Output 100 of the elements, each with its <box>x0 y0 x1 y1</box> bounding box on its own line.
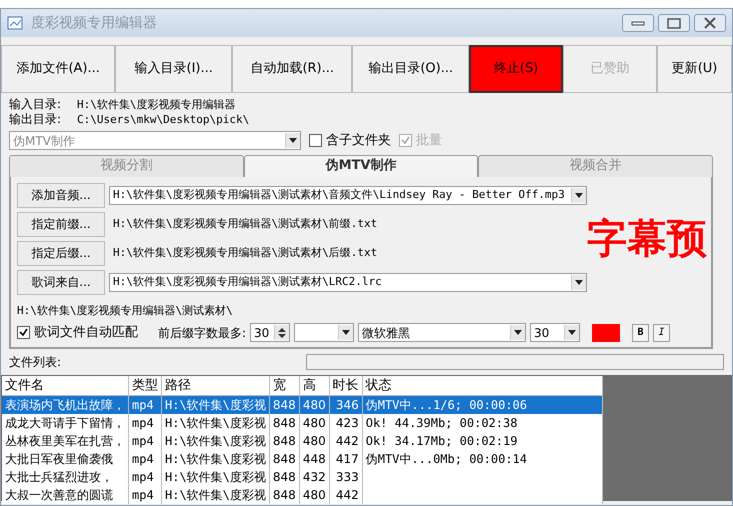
table-cell: mp4 <box>132 398 154 412</box>
column-header[interactable]: 文件名 <box>2 376 128 396</box>
table-cell: 442 <box>336 434 359 448</box>
table-cell: H:\软件集\度彩视 <box>165 452 266 466</box>
panel-button[interactable]: 指定前缀... <box>17 212 105 236</box>
table-cell: 442 <box>336 488 359 502</box>
directory-label: 输入目录: <box>9 97 62 112</box>
table-cell: Ok! 34.17Mb; 00:02:19 <box>366 434 518 448</box>
window-title: 度彩视频专用编辑器 <box>31 14 157 32</box>
directory-path: H:\软件集\度彩视频专用编辑器 <box>77 97 236 112</box>
max-chars-label: 前后缀字数最多: <box>158 324 246 342</box>
lyrics-directory: H:\软件集\度彩视频专用编辑器\测试素材\ <box>17 302 234 318</box>
directory-path: C:\Users\mkw\Desktop\pick\ <box>77 112 250 127</box>
table-cell: 表演场内飞机出故障， <box>5 398 125 412</box>
toolbar-button[interactable]: 输入目录(I)... <box>115 45 232 93</box>
table-row[interactable]: 大批日军夜里偷袭俄 mp4 H:\软件集\度彩视 848 448 417 伪MTV中...0Mb; 00:00:14 <box>2 450 602 468</box>
table-cell: 480 <box>302 398 326 412</box>
table-cell: H:\软件集\度彩视 <box>165 470 266 484</box>
table-cell: 432 <box>302 470 326 484</box>
font-size-dropdown[interactable]: 30 <box>530 323 580 342</box>
mode-dropdown[interactable]: 伪MTV制作 <box>9 131 301 150</box>
toolbar-button[interactable]: 添加文件(A)... <box>1 45 116 93</box>
path-text: H:\软件集\度彩视频专用编辑器\测试素材\前缀.txt <box>113 216 378 232</box>
table-row[interactable]: 大批士兵猛烈进攻， mp4 H:\软件集\度彩视 848 432 333 <box>2 468 602 486</box>
style-dropdown[interactable] <box>294 323 354 342</box>
table-cell: 丛林夜里美军在扎营， <box>5 434 125 448</box>
spin-arrows-icon <box>274 325 290 340</box>
table-cell: 848 <box>272 488 296 502</box>
caret-icon <box>564 325 580 340</box>
number-spinner[interactable]: 30 <box>250 323 290 342</box>
panel-button[interactable]: 指定后缀... <box>17 240 105 266</box>
checkbox-label: 歌词文件自动匹配 <box>34 324 138 342</box>
column-header[interactable]: 类型 <box>128 376 162 396</box>
tab[interactable]: 伪MTV制作 <box>244 154 478 176</box>
table-row[interactable]: 表演场内飞机出故障， mp4 H:\软件集\度彩视 848 480 346 伪MTV中...1/6; 00:00:06 <box>2 396 602 414</box>
column-header[interactable]: 时长 <box>329 376 362 396</box>
minimize-icon <box>631 20 645 26</box>
color-swatch[interactable] <box>592 324 620 342</box>
toolbar-button[interactable]: 自动加载(R)... <box>232 45 352 93</box>
table-cell: H:\软件集\度彩视 <box>165 488 266 502</box>
font-dropdown[interactable]: 微软雅黑 <box>358 323 526 342</box>
table-cell: H:\软件集\度彩视 <box>165 434 266 448</box>
table-cell: 480 <box>302 416 326 430</box>
table-cell: 848 <box>272 398 296 412</box>
table-cell: 848 <box>272 452 296 466</box>
italic-button[interactable]: I <box>653 324 670 342</box>
path-text: H:\软件集\度彩视频专用编辑器\测试素材\后缀.txt <box>113 244 378 261</box>
panel-button[interactable]: 歌词来自... <box>17 270 105 294</box>
table-cell: 848 <box>272 416 296 430</box>
table-cell: 480 <box>302 488 326 502</box>
table-cell: 848 <box>272 470 296 484</box>
table-row[interactable]: 成龙大哥请手下留情， mp4 H:\软件集\度彩视 848 480 423 Ok! 44.39Mb; 00:02:38 <box>2 414 602 432</box>
table-cell: mp4 <box>132 488 154 502</box>
path-dropdown[interactable]: H:\软件集\度彩视频专用编辑器\测试素材\音频文件\Lindsey Ray - Better Off.mp3 <box>109 186 587 204</box>
table-cell: Ok! 44.39Mb; 00:02:38 <box>366 416 518 430</box>
toolbar-button[interactable]: 更新(U) <box>657 45 732 93</box>
caret-icon <box>285 133 300 148</box>
subtitle-preview-text: 字幕预 <box>587 218 707 258</box>
toolbar-button[interactable]: 终止(S) <box>469 45 563 93</box>
caret-icon <box>510 325 526 340</box>
table-cell: mp4 <box>132 416 154 430</box>
path-dropdown[interactable]: H:\软件集\度彩视频专用编辑器\测试素材\LRC2.lrc <box>109 272 587 292</box>
checkbox[interactable] <box>17 326 30 340</box>
table-cell: 大批日军夜里偷袭俄 <box>5 452 113 466</box>
caret-icon <box>571 274 586 290</box>
directory-label: 输出目录: <box>9 112 62 127</box>
column-header[interactable]: 高 <box>299 376 330 396</box>
table-cell: 大叔一次善意的圆谎 <box>5 488 113 502</box>
bold-button[interactable]: B <box>632 324 650 342</box>
table-row[interactable]: 大叔一次善意的圆谎 mp4 H:\软件集\度彩视 848 480 442 <box>2 486 602 504</box>
maximize-icon <box>667 18 681 28</box>
table-cell: 成龙大哥请手下留情， <box>5 416 125 430</box>
table-cell: 346 <box>336 398 359 412</box>
panel-button[interactable]: 添加音频... <box>17 182 105 208</box>
table-cell: 417 <box>336 452 359 466</box>
table-cell: 448 <box>302 452 326 466</box>
table-cell: 848 <box>272 434 296 448</box>
caret-icon <box>338 325 354 340</box>
table-cell: H:\软件集\度彩视 <box>165 398 266 412</box>
table-row[interactable]: 丛林夜里美军在扎营， mp4 H:\软件集\度彩视 848 480 442 Ok! 34.17Mb; 00:02:19 <box>2 432 602 450</box>
checkbox-label: 批量 <box>416 132 442 150</box>
table-cell: mp4 <box>132 434 154 448</box>
close-icon <box>704 17 716 29</box>
toolbar-button[interactable]: 输出目录(O)... <box>352 45 470 93</box>
table-cell: 333 <box>336 470 359 484</box>
column-header[interactable]: 宽 <box>269 376 300 396</box>
checkbox-label: 含子文件夹 <box>326 132 391 150</box>
minimize-button[interactable] <box>622 14 654 32</box>
file-list-label: 文件列表: <box>9 354 62 370</box>
table-cell: H:\软件集\度彩视 <box>165 416 266 430</box>
table-cell: 伪MTV中...1/6; 00:00:06 <box>366 398 527 412</box>
caret-icon <box>571 188 586 202</box>
column-header[interactable]: 路径 <box>162 376 270 396</box>
table-cell: 480 <box>302 434 326 448</box>
column-header[interactable]: 状态 <box>362 376 602 396</box>
maximize-button[interactable] <box>658 14 690 32</box>
app-icon <box>7 15 23 31</box>
close-button[interactable] <box>694 14 726 32</box>
table-cell: 大批士兵猛烈进攻， <box>5 470 113 484</box>
checkbox[interactable] <box>309 134 322 148</box>
